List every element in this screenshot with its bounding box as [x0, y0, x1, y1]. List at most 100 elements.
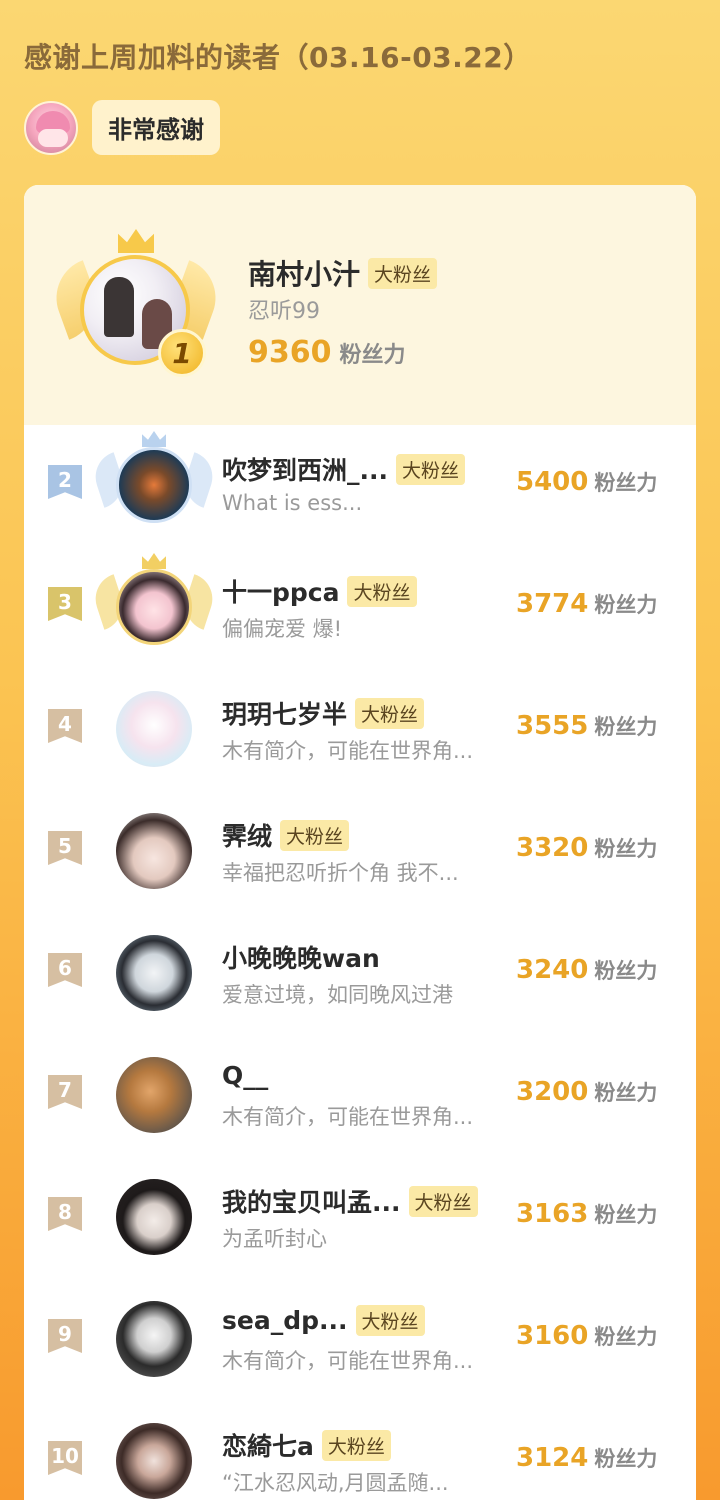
- score-line: 3160 粉丝力: [516, 1321, 657, 1351]
- user-desc: 忍听99: [248, 299, 320, 324]
- fan-score-unit: 粉丝力: [594, 593, 658, 617]
- user-desc: 偏偏宠爱 爆!: [222, 617, 343, 641]
- user-name[interactable]: 玥玥七岁半: [222, 695, 347, 731]
- user-desc: 木有简介，可能在世界角...: [222, 1349, 474, 1373]
- user-name[interactable]: 小晚晚晚wan: [222, 939, 380, 975]
- name-line: 恋綺七a 大粉丝: [222, 1427, 391, 1463]
- fan-score: 3320: [516, 833, 589, 863]
- fan-score: 3163: [516, 1199, 589, 1229]
- thanks-row: 非常感谢: [24, 100, 220, 155]
- score-line: 3774 粉丝力: [516, 589, 657, 619]
- avatar[interactable]: [116, 935, 192, 1011]
- name-line: 小晚晚晚wan: [222, 939, 380, 975]
- score-line: 5400 粉丝力: [516, 467, 657, 497]
- user-name[interactable]: 恋綺七a: [222, 1427, 314, 1463]
- user-desc: 为孟听封心: [222, 1227, 327, 1251]
- user-name[interactable]: Q__: [222, 1061, 268, 1090]
- thanks-bubble: 非常感谢: [92, 100, 220, 155]
- mascot-avatar: [24, 100, 78, 155]
- user-desc: 爱意过境，如同晚风过港: [222, 983, 453, 1007]
- name-line: 吹梦到西洲_... 大粉丝: [222, 451, 466, 487]
- list-item[interactable]: 5 霁绒 大粉丝 幸福把忍听折个角 我不... 3320 粉丝力: [24, 791, 696, 913]
- fan-tag: 大粉丝: [355, 697, 425, 729]
- fan-score: 3774: [516, 589, 589, 619]
- rank-flag: 6: [48, 953, 82, 987]
- rank-flag: 7: [48, 1075, 82, 1109]
- fan-tag: 大粉丝: [408, 1185, 478, 1217]
- name-line: 我的宝贝叫孟... 大粉丝: [222, 1183, 478, 1219]
- score-line: 3163 粉丝力: [516, 1199, 657, 1229]
- avatar[interactable]: [116, 1301, 192, 1377]
- rank-flag: 8: [48, 1197, 82, 1231]
- list-item[interactable]: 8 我的宝贝叫孟... 大粉丝 为孟听封心 3163 粉丝力: [24, 1157, 696, 1279]
- top1-entry[interactable]: 1 南村小汁 大粉丝 忍听99 9360 粉丝力: [24, 185, 696, 425]
- score-row: 9360 粉丝力: [248, 335, 406, 370]
- list-item[interactable]: 2 吹梦到西洲_... 大粉丝 What is ess... 5400 粉丝力: [24, 425, 696, 547]
- fan-score-unit: 粉丝力: [594, 1081, 658, 1105]
- user-name[interactable]: sea_dp...: [222, 1306, 348, 1335]
- fan-score-unit: 粉丝力: [594, 1447, 658, 1471]
- avatar[interactable]: [116, 813, 192, 889]
- name-line: Q__: [222, 1061, 268, 1090]
- fan-score: 3555: [516, 711, 589, 741]
- rank-1-badge: 1: [158, 329, 206, 377]
- rank-flag: 2: [48, 465, 82, 499]
- user-desc: 木有简介，可能在世界角...: [222, 1105, 474, 1129]
- fan-tag: 大粉丝: [280, 819, 350, 851]
- list-item[interactable]: 4 玥玥七岁半 大粉丝 木有简介，可能在世界角... 3555 粉丝力: [24, 669, 696, 791]
- rank-flag: 3: [48, 587, 82, 621]
- user-desc: 木有简介，可能在世界角...: [222, 739, 474, 763]
- fan-tag: 大粉丝: [368, 257, 438, 289]
- user-name[interactable]: 我的宝贝叫孟...: [222, 1183, 401, 1219]
- fan-score: 3240: [516, 955, 589, 985]
- leaderboard-card: 1 南村小汁 大粉丝 忍听99 9360 粉丝力 2 吹梦到西洲_... 大粉丝…: [24, 185, 696, 1500]
- name-line: 玥玥七岁半 大粉丝: [222, 695, 425, 731]
- avatar[interactable]: [116, 691, 192, 767]
- rank-flag: 5: [48, 831, 82, 865]
- fan-tag: 大粉丝: [355, 1305, 425, 1336]
- user-name[interactable]: 吹梦到西洲_...: [222, 451, 388, 487]
- avatar[interactable]: [116, 1057, 192, 1133]
- avatar[interactable]: [116, 569, 192, 645]
- name-line: 霁绒 大粉丝: [222, 817, 350, 853]
- fan-score: 3124: [516, 1443, 589, 1473]
- user-name[interactable]: 南村小汁: [248, 253, 360, 293]
- fan-score-unit: 粉丝力: [594, 1325, 658, 1349]
- fan-score: 3200: [516, 1077, 589, 1107]
- rank-flag: 9: [48, 1319, 82, 1353]
- fan-score-unit: 粉丝力: [594, 471, 658, 495]
- list-item[interactable]: 6 小晚晚晚wan 爱意过境，如同晚风过港 3240 粉丝力: [24, 913, 696, 1035]
- score-line: 3320 粉丝力: [516, 833, 657, 863]
- list-item[interactable]: 3 十一ppca 大粉丝 偏偏宠爱 爆! 3774 粉丝力: [24, 547, 696, 669]
- crown-icon: [118, 229, 154, 253]
- score-line: 3240 粉丝力: [516, 955, 657, 985]
- top1-name-row: 南村小汁 大粉丝: [248, 253, 438, 293]
- fan-score-unit: 粉丝力: [594, 715, 658, 739]
- fan-score-unit: 粉丝力: [594, 959, 658, 983]
- user-name[interactable]: 霁绒: [222, 817, 272, 853]
- fan-tag: 大粉丝: [321, 1429, 391, 1461]
- list-item[interactable]: 7 Q__ 木有简介，可能在世界角... 3200 粉丝力: [24, 1035, 696, 1157]
- user-name[interactable]: 十一ppca: [222, 573, 339, 609]
- avatar[interactable]: [116, 1179, 192, 1255]
- fan-score-unit: 粉丝力: [594, 837, 658, 861]
- rank-flag: 4: [48, 709, 82, 743]
- crown-icon: [142, 553, 166, 569]
- avatar[interactable]: [116, 1423, 192, 1499]
- fan-score: 9360: [248, 335, 332, 370]
- score-line: 3124 粉丝力: [516, 1443, 657, 1473]
- score-line: 3555 粉丝力: [516, 711, 657, 741]
- name-line: sea_dp... 大粉丝: [222, 1305, 425, 1336]
- list-item[interactable]: 9 sea_dp... 大粉丝 木有简介，可能在世界角... 3160 粉丝力: [24, 1279, 696, 1401]
- list-item[interactable]: 10 恋綺七a 大粉丝 “江水忍风动,月圆孟随... 3124 粉丝力: [24, 1401, 696, 1500]
- user-desc: 幸福把忍听折个角 我不...: [222, 861, 459, 885]
- fan-score: 3160: [516, 1321, 589, 1351]
- fan-tag: 大粉丝: [347, 575, 417, 607]
- avatar[interactable]: [116, 447, 192, 523]
- user-desc: “江水忍风动,月圆孟随...: [222, 1471, 449, 1495]
- fan-score-unit: 粉丝力: [594, 1203, 658, 1227]
- rank-flag: 10: [48, 1441, 82, 1475]
- crown-icon: [142, 431, 166, 447]
- page-title: 感谢上周加料的读者（03.16-03.22）: [24, 41, 532, 74]
- fan-score: 5400: [516, 467, 589, 497]
